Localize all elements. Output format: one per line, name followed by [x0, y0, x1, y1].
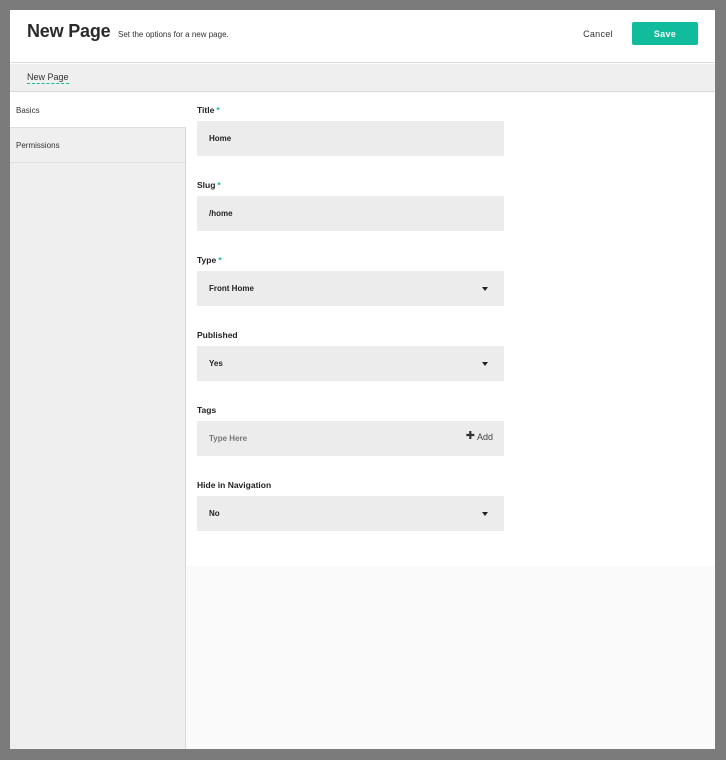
tags-label: Tags [197, 405, 217, 415]
slug-label: Slug * [197, 180, 221, 190]
sidebar: Basics Permissions [10, 93, 186, 749]
published-select[interactable]: Yes [197, 346, 504, 381]
hide-in-navigation-value: No [209, 509, 220, 518]
breadcrumb-current[interactable]: New Page [27, 72, 69, 84]
modal-header: New Page Set the options for a new page.… [10, 10, 715, 63]
type-label: Type * [197, 255, 222, 265]
required-mark: * [218, 255, 222, 265]
required-mark: * [217, 180, 221, 190]
plus-icon: ✚ [465, 430, 475, 442]
cancel-button[interactable]: Cancel [577, 23, 619, 45]
add-tag-label: Add [476, 431, 493, 442]
hide-in-navigation-select[interactable]: No [197, 496, 504, 531]
caret-down-icon [482, 362, 488, 366]
sidebar-item-label: Permissions [16, 140, 60, 150]
sidebar-item-label: Basics [16, 105, 40, 115]
add-tag-button[interactable]: ✚ Add [466, 431, 493, 442]
slug-field[interactable]: /home [197, 196, 504, 231]
save-button[interactable]: Save [632, 22, 698, 45]
tags-input[interactable]: Type Here ✚ Add [197, 421, 504, 456]
title-field[interactable]: Home [197, 121, 504, 156]
type-select-value: Front Home [209, 284, 254, 293]
page-title: New Page [27, 21, 111, 41]
hide-in-navigation-label: Hide in Navigation [197, 480, 272, 490]
required-mark: * [216, 105, 220, 115]
page-subtitle: Set the options for a new page. [118, 30, 229, 39]
caret-down-icon [482, 287, 488, 291]
published-select-value: Yes [209, 359, 223, 368]
basics-form: Title * Home Slug * /home Type * Front Home [186, 93, 715, 566]
title-label: Title * [197, 105, 220, 115]
slug-field-value: /home [209, 209, 233, 218]
type-select[interactable]: Front Home [197, 271, 504, 306]
tags-input-placeholder: Type Here [209, 434, 248, 443]
caret-down-icon [482, 512, 488, 516]
content-area: Title * Home Slug * /home Type * Front Home [186, 93, 715, 749]
published-label: Published [197, 330, 238, 340]
new-page-modal: New Page Set the options for a new page.… [10, 10, 715, 749]
title-field-value: Home [209, 134, 232, 143]
breadcrumb: New Page [10, 64, 715, 92]
sidebar-item-permissions[interactable]: Permissions [10, 128, 186, 163]
sidebar-item-basics[interactable]: Basics [10, 93, 186, 128]
